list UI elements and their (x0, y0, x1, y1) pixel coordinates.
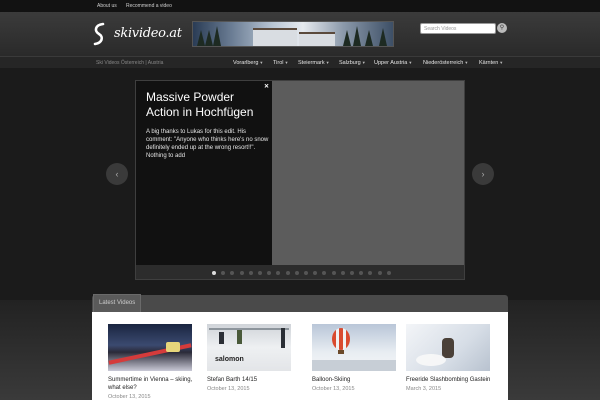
video-card[interactable]: Summertime in Vienna – skiing, what else… (108, 324, 192, 400)
video-date: March 3, 2015 (406, 386, 442, 392)
chevron-left-icon[interactable]: ‹ (106, 163, 128, 185)
thumbnail-brand-text: salomon (215, 356, 244, 363)
main-navbar: Ski Videos Österreich | Austria Vorarlbe… (0, 56, 600, 68)
video-title[interactable]: Freeride Slashbombing Gastein (406, 376, 498, 384)
slider-page-dot[interactable] (221, 271, 226, 275)
slider-page-dot[interactable] (294, 271, 299, 275)
chevron-down-icon: ▼ (284, 60, 289, 65)
video-thumbnail[interactable] (406, 324, 490, 371)
slider-page-dot[interactable] (248, 271, 253, 275)
slider-page-dot[interactable] (285, 271, 290, 275)
nav-item-salzburg[interactable]: Salzburg▼ (339, 60, 366, 66)
chevron-down-icon: ▼ (464, 60, 469, 65)
nav-item-vorarlberg[interactable]: Vorarlberg▼ (233, 60, 263, 66)
search-input[interactable]: Search Videos (420, 23, 496, 34)
slider-page-dot[interactable] (267, 271, 272, 275)
slider-page-dot[interactable] (359, 271, 364, 275)
slider-page-dot[interactable] (340, 271, 345, 275)
slider-page-dot[interactable] (368, 271, 373, 275)
chevron-right-icon[interactable]: › (472, 163, 494, 185)
slider-page-dot[interactable] (322, 271, 327, 275)
slider-page-dot[interactable] (386, 271, 391, 275)
slide-description: A big thanks to Lukas for this edit. His… (146, 129, 269, 159)
nav-item-steiermark[interactable]: Steiermark▼ (298, 60, 330, 66)
nav-item-niederoesterreich[interactable]: Niederösterreich▼ (423, 60, 468, 66)
slider-page-dot[interactable] (258, 271, 262, 275)
chevron-down-icon: ▼ (259, 60, 264, 65)
slider-pagination (210, 271, 400, 276)
slider-page-dot[interactable] (230, 271, 235, 275)
slide-video-player[interactable] (272, 81, 464, 265)
video-card[interactable]: Balloon-Skiing October 13, 2015 (312, 324, 396, 392)
slider-page-dot[interactable] (239, 271, 244, 275)
about-us-link[interactable]: About us (97, 3, 117, 9)
logo-icon[interactable] (92, 22, 106, 46)
slide-title[interactable]: Massive Powder Action in Hochfügen (146, 90, 270, 120)
header-banner-image[interactable] (192, 21, 394, 47)
recommend-video-link[interactable]: Recommend a video (126, 3, 172, 9)
video-date: October 13, 2015 (207, 386, 250, 392)
video-thumbnail[interactable]: salomon (207, 324, 291, 371)
slider-page-dot[interactable] (313, 271, 318, 275)
nav-item-tirol[interactable]: Tirol▼ (273, 60, 288, 66)
video-title[interactable]: Stefan Barth 14/15 (207, 376, 299, 384)
tab-latest-videos[interactable]: Latest Videos (93, 294, 141, 312)
site-logo-text[interactable]: skivideo.at (114, 26, 182, 41)
chevron-down-icon: ▼ (361, 60, 366, 65)
slider-page-dot[interactable] (304, 271, 308, 275)
video-thumbnail[interactable] (312, 324, 396, 371)
slider-page-dot[interactable] (212, 271, 216, 275)
slider-page-dot[interactable] (350, 271, 354, 275)
slider-page-dot[interactable] (377, 271, 382, 275)
video-thumbnail[interactable] (108, 324, 192, 371)
nav-item-upper-austria[interactable]: Upper Austria▼ (374, 60, 412, 66)
nav-item-kaernten[interactable]: Kärnten▼ (479, 60, 503, 66)
top-utility-bar: About us Recommend a video (0, 0, 600, 12)
video-title[interactable]: Summertime in Vienna – skiing, what else… (108, 376, 200, 392)
video-date: October 13, 2015 (312, 386, 355, 392)
chevron-down-icon: ▼ (325, 60, 330, 65)
close-icon[interactable]: ✕ (264, 83, 269, 90)
video-card[interactable]: salomon Stefan Barth 14/15 October 13, 2… (207, 324, 291, 392)
site-tagline: Ski Videos Österreich | Austria (96, 60, 164, 66)
slider-page-dot[interactable] (276, 271, 281, 275)
chevron-down-icon: ▼ (499, 60, 504, 65)
video-date: October 13, 2015 (108, 394, 151, 400)
chevron-down-icon: ▼ (408, 60, 413, 65)
slider-page-dot[interactable] (331, 271, 336, 275)
video-title[interactable]: Balloon-Skiing (312, 376, 404, 384)
search-icon[interactable]: ⚲ (497, 23, 507, 33)
video-card[interactable]: Freeride Slashbombing Gastein March 3, 2… (406, 324, 490, 392)
